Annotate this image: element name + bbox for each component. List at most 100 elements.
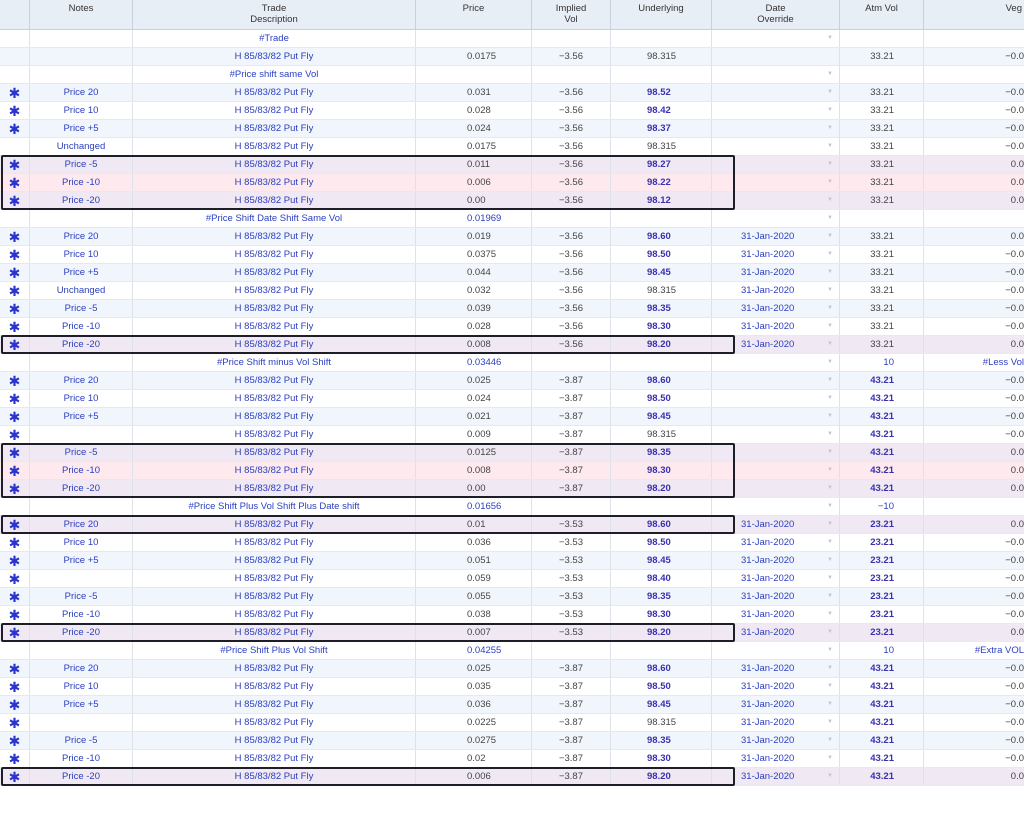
table-row[interactable]: ✱ Unchanged H 85/83/82 Put Fly 0.032 −3.56 98…: [0, 282, 1024, 300]
notes-cell[interactable]: Price 10: [30, 246, 133, 263]
table-row[interactable]: Unchanged H 85/83/82 Put Fly 0.0175 −3.56 98…: [0, 138, 1024, 156]
underlying-cell[interactable]: 98.45: [611, 696, 712, 713]
price-cell[interactable]: 0.051: [416, 552, 532, 569]
atm-vol-cell[interactable]: 33.21: [840, 174, 924, 191]
atm-vol-cell[interactable]: 23.21: [840, 588, 924, 605]
vega-cell[interactable]: #Extra VOL: [924, 642, 1024, 659]
chevron-down-icon[interactable]: ▼: [827, 264, 833, 281]
vega-cell[interactable]: −0.0: [924, 300, 1024, 317]
implied-vol-cell[interactable]: −3.56: [532, 318, 611, 335]
price-cell[interactable]: 0.038: [416, 606, 532, 623]
notes-cell[interactable]: Price -10: [30, 318, 133, 335]
implied-vol-cell[interactable]: −3.87: [532, 480, 611, 497]
implied-vol-cell[interactable]: −3.87: [532, 732, 611, 749]
underlying-cell[interactable]: 98.52: [611, 84, 712, 101]
notes-cell[interactable]: [30, 642, 133, 659]
trade-description-cell[interactable]: H 85/83/82 Put Fly: [133, 156, 416, 173]
implied-vol-cell[interactable]: −3.56: [532, 192, 611, 209]
date-override-cell[interactable]: 31-Jan-2020 ▼: [712, 606, 840, 623]
trade-description-cell[interactable]: #Price Shift minus Vol Shift: [133, 354, 416, 371]
atm-vol-cell[interactable]: 43.21: [840, 768, 924, 785]
date-override-cell[interactable]: 31-Jan-2020 ▼: [712, 588, 840, 605]
vega-cell[interactable]: 0.0: [924, 480, 1024, 497]
table-row[interactable]: ✱ Price +5 H 85/83/82 Put Fly 0.036 −3.87 98.…: [0, 696, 1024, 714]
table-row[interactable]: ✱ Price -5 H 85/83/82 Put Fly 0.055 −3.53 98.…: [0, 588, 1024, 606]
vega-cell[interactable]: −0.0: [924, 660, 1024, 677]
atm-vol-cell[interactable]: 10: [840, 354, 924, 371]
date-override-cell[interactable]: 31-Jan-2020 ▼: [712, 246, 840, 263]
trade-description-cell[interactable]: H 85/83/82 Put Fly: [133, 552, 416, 569]
price-cell[interactable]: 0.055: [416, 588, 532, 605]
trade-description-cell[interactable]: H 85/83/82 Put Fly: [133, 570, 416, 587]
vega-cell[interactable]: [924, 498, 1024, 515]
notes-cell[interactable]: [30, 570, 133, 587]
atm-vol-cell[interactable]: 43.21: [840, 372, 924, 389]
table-row[interactable]: ✱ Price 20 H 85/83/82 Put Fly 0.031 −3.56 98.…: [0, 84, 1024, 102]
trade-description-cell[interactable]: H 85/83/82 Put Fly: [133, 480, 416, 497]
trade-description-cell[interactable]: H 85/83/82 Put Fly: [133, 372, 416, 389]
date-override-cell[interactable]: ▼: [712, 30, 840, 47]
implied-vol-cell[interactable]: −3.53: [532, 516, 611, 533]
date-override-cell[interactable]: ▼: [712, 390, 840, 407]
underlying-cell[interactable]: 98.30: [611, 606, 712, 623]
chevron-down-icon[interactable]: ▼: [827, 426, 833, 443]
price-cell[interactable]: 0.0175: [416, 138, 532, 155]
date-override-cell[interactable]: 31-Jan-2020 ▼: [712, 552, 840, 569]
chevron-down-icon[interactable]: ▼: [827, 102, 833, 119]
underlying-cell[interactable]: 98.20: [611, 768, 712, 785]
atm-vol-cell[interactable]: 33.21: [840, 282, 924, 299]
implied-vol-cell[interactable]: −3.87: [532, 426, 611, 443]
trade-description-cell[interactable]: H 85/83/82 Put Fly: [133, 534, 416, 551]
atm-vol-cell[interactable]: 23.21: [840, 624, 924, 641]
implied-vol-cell[interactable]: −3.87: [532, 390, 611, 407]
notes-cell[interactable]: Price 20: [30, 228, 133, 245]
price-cell[interactable]: 0.0375: [416, 246, 532, 263]
chevron-down-icon[interactable]: ▼: [827, 300, 833, 317]
price-cell[interactable]: [416, 30, 532, 47]
trade-description-cell[interactable]: H 85/83/82 Put Fly: [133, 516, 416, 533]
chevron-down-icon[interactable]: ▼: [827, 138, 833, 155]
trade-description-cell[interactable]: #Price Shift Date Shift Same Vol: [133, 210, 416, 227]
vega-cell[interactable]: 0.0: [924, 462, 1024, 479]
underlying-cell[interactable]: 98.315: [611, 714, 712, 731]
implied-vol-cell[interactable]: −3.87: [532, 714, 611, 731]
date-override-cell[interactable]: ▼: [712, 156, 840, 173]
underlying-cell[interactable]: 98.35: [611, 732, 712, 749]
price-cell[interactable]: 0.059: [416, 570, 532, 587]
chevron-down-icon[interactable]: ▼: [827, 30, 833, 47]
vega-cell[interactable]: −0.0: [924, 732, 1024, 749]
vega-cell[interactable]: 0.0: [924, 336, 1024, 353]
chevron-down-icon[interactable]: ▼: [827, 318, 833, 335]
table-row[interactable]: #Price Shift Date Shift Same Vol 0.01969 ▼: [0, 210, 1024, 228]
vega-cell[interactable]: −0.0: [924, 552, 1024, 569]
notes-cell[interactable]: Price +5: [30, 552, 133, 569]
trade-description-cell[interactable]: H 85/83/82 Put Fly: [133, 426, 416, 443]
notes-cell[interactable]: Price 10: [30, 678, 133, 695]
table-row[interactable]: ✱ Price -10 H 85/83/82 Put Fly 0.038 −3.53 98…: [0, 606, 1024, 624]
price-cell[interactable]: 0.036: [416, 534, 532, 551]
trade-description-cell[interactable]: H 85/83/82 Put Fly: [133, 84, 416, 101]
date-override-cell[interactable]: 31-Jan-2020 ▼: [712, 624, 840, 641]
vega-cell[interactable]: 0.0: [924, 444, 1024, 461]
vega-cell[interactable]: −0.0: [924, 264, 1024, 281]
underlying-cell[interactable]: 98.50: [611, 390, 712, 407]
chevron-down-icon[interactable]: ▼: [827, 282, 833, 299]
atm-vol-cell[interactable]: 43.21: [840, 678, 924, 695]
vega-cell[interactable]: −0.0: [924, 606, 1024, 623]
trade-description-cell[interactable]: H 85/83/82 Put Fly: [133, 408, 416, 425]
atm-vol-cell[interactable]: 23.21: [840, 516, 924, 533]
atm-vol-cell[interactable]: 43.21: [840, 426, 924, 443]
atm-vol-cell[interactable]: 43.21: [840, 714, 924, 731]
table-row[interactable]: ✱ Price -10 H 85/83/82 Put Fly 0.006 −3.56 98…: [0, 174, 1024, 192]
header-price[interactable]: Price: [416, 0, 532, 29]
implied-vol-cell[interactable]: −3.87: [532, 660, 611, 677]
trade-description-cell[interactable]: #Price Shift Plus Vol Shift Plus Date sh…: [133, 498, 416, 515]
table-row[interactable]: ✱ Price -5 H 85/83/82 Put Fly 0.0125 −3.87 98…: [0, 444, 1024, 462]
vega-cell[interactable]: 0.0: [924, 516, 1024, 533]
chevron-down-icon[interactable]: ▼: [827, 642, 833, 659]
table-row[interactable]: #Price shift same Vol ▼: [0, 66, 1024, 84]
header-vega[interactable]: Veg: [924, 0, 1024, 29]
price-cell[interactable]: 0.0225: [416, 714, 532, 731]
implied-vol-cell[interactable]: −3.56: [532, 264, 611, 281]
trade-description-cell[interactable]: H 85/83/82 Put Fly: [133, 138, 416, 155]
